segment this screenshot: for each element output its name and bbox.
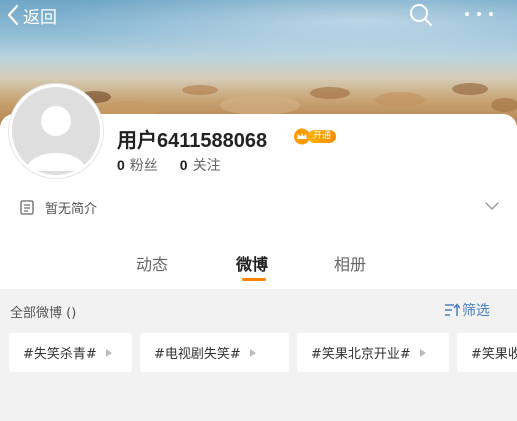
bio-text: 暂无简介	[45, 201, 98, 217]
following-count: 0	[179, 157, 188, 173]
followers-stat[interactable]: 0 粉丝	[117, 155, 158, 175]
triangle-right-icon	[105, 348, 112, 357]
hashtag-chip[interactable]: #失笑杀青#	[9, 333, 132, 372]
hashtag-chip-label: #笑果收	[471, 347, 517, 362]
chevron-down-icon[interactable]	[484, 200, 500, 212]
hashtag-chip-row: #失笑杀青# #电视剧失笑# #笑果北京开业# #笑果收	[9, 333, 517, 373]
more-dots-icon	[465, 12, 493, 16]
following-label: 关注	[192, 158, 221, 174]
profile-stats: 0 粉丝 0 关注	[117, 155, 243, 175]
filter-sort-icon	[445, 303, 460, 316]
vip-open-label: 开通	[308, 130, 337, 143]
top-nav-bar: 返回	[0, 0, 517, 32]
all-weibo-title: 全部微博 ()	[10, 306, 77, 321]
default-avatar-icon	[12, 87, 100, 175]
document-icon	[20, 199, 34, 215]
hashtag-chip[interactable]: #笑果北京开业#	[297, 333, 449, 372]
active-tab-indicator	[242, 278, 266, 281]
back-label: 返回	[23, 7, 57, 28]
followers-label: 粉丝	[129, 158, 158, 174]
username: 用户6411588068	[117, 130, 268, 152]
back-button[interactable]: 返回	[6, 2, 57, 28]
hashtag-chip-label: #笑果北京开业#	[311, 347, 411, 362]
filter-label: 筛选	[462, 303, 490, 319]
chevron-left-icon	[7, 4, 19, 26]
filter-button[interactable]: 筛选	[444, 300, 490, 320]
following-stat[interactable]: 0 关注	[180, 155, 221, 175]
tab-weibo[interactable]: 微博	[236, 251, 268, 275]
followers-count: 0	[117, 157, 125, 173]
hashtag-chip[interactable]: #笑果收	[457, 333, 517, 372]
triangle-right-icon	[419, 348, 426, 357]
search-icon	[410, 4, 432, 26]
hashtag-chip-label: #失笑杀青#	[23, 347, 97, 362]
triangle-right-icon	[249, 348, 256, 357]
tab-dynamic[interactable]: 动态	[136, 251, 168, 275]
hashtag-chip[interactable]: #电视剧失笑#	[140, 333, 289, 372]
weibo-filter-row: 全部微博 () 筛选	[0, 289, 517, 333]
vip-open-badge[interactable]: 开通	[293, 128, 337, 145]
search-button[interactable]	[407, 2, 435, 28]
bio-row[interactable]: 暂无简介	[20, 196, 500, 218]
hashtag-chip-label: #电视剧失笑#	[154, 347, 241, 362]
avatar[interactable]	[9, 84, 103, 178]
tab-album[interactable]: 相册	[334, 251, 366, 275]
profile-tabs: 动态 微博 相册	[0, 248, 517, 288]
more-button[interactable]	[463, 4, 495, 24]
